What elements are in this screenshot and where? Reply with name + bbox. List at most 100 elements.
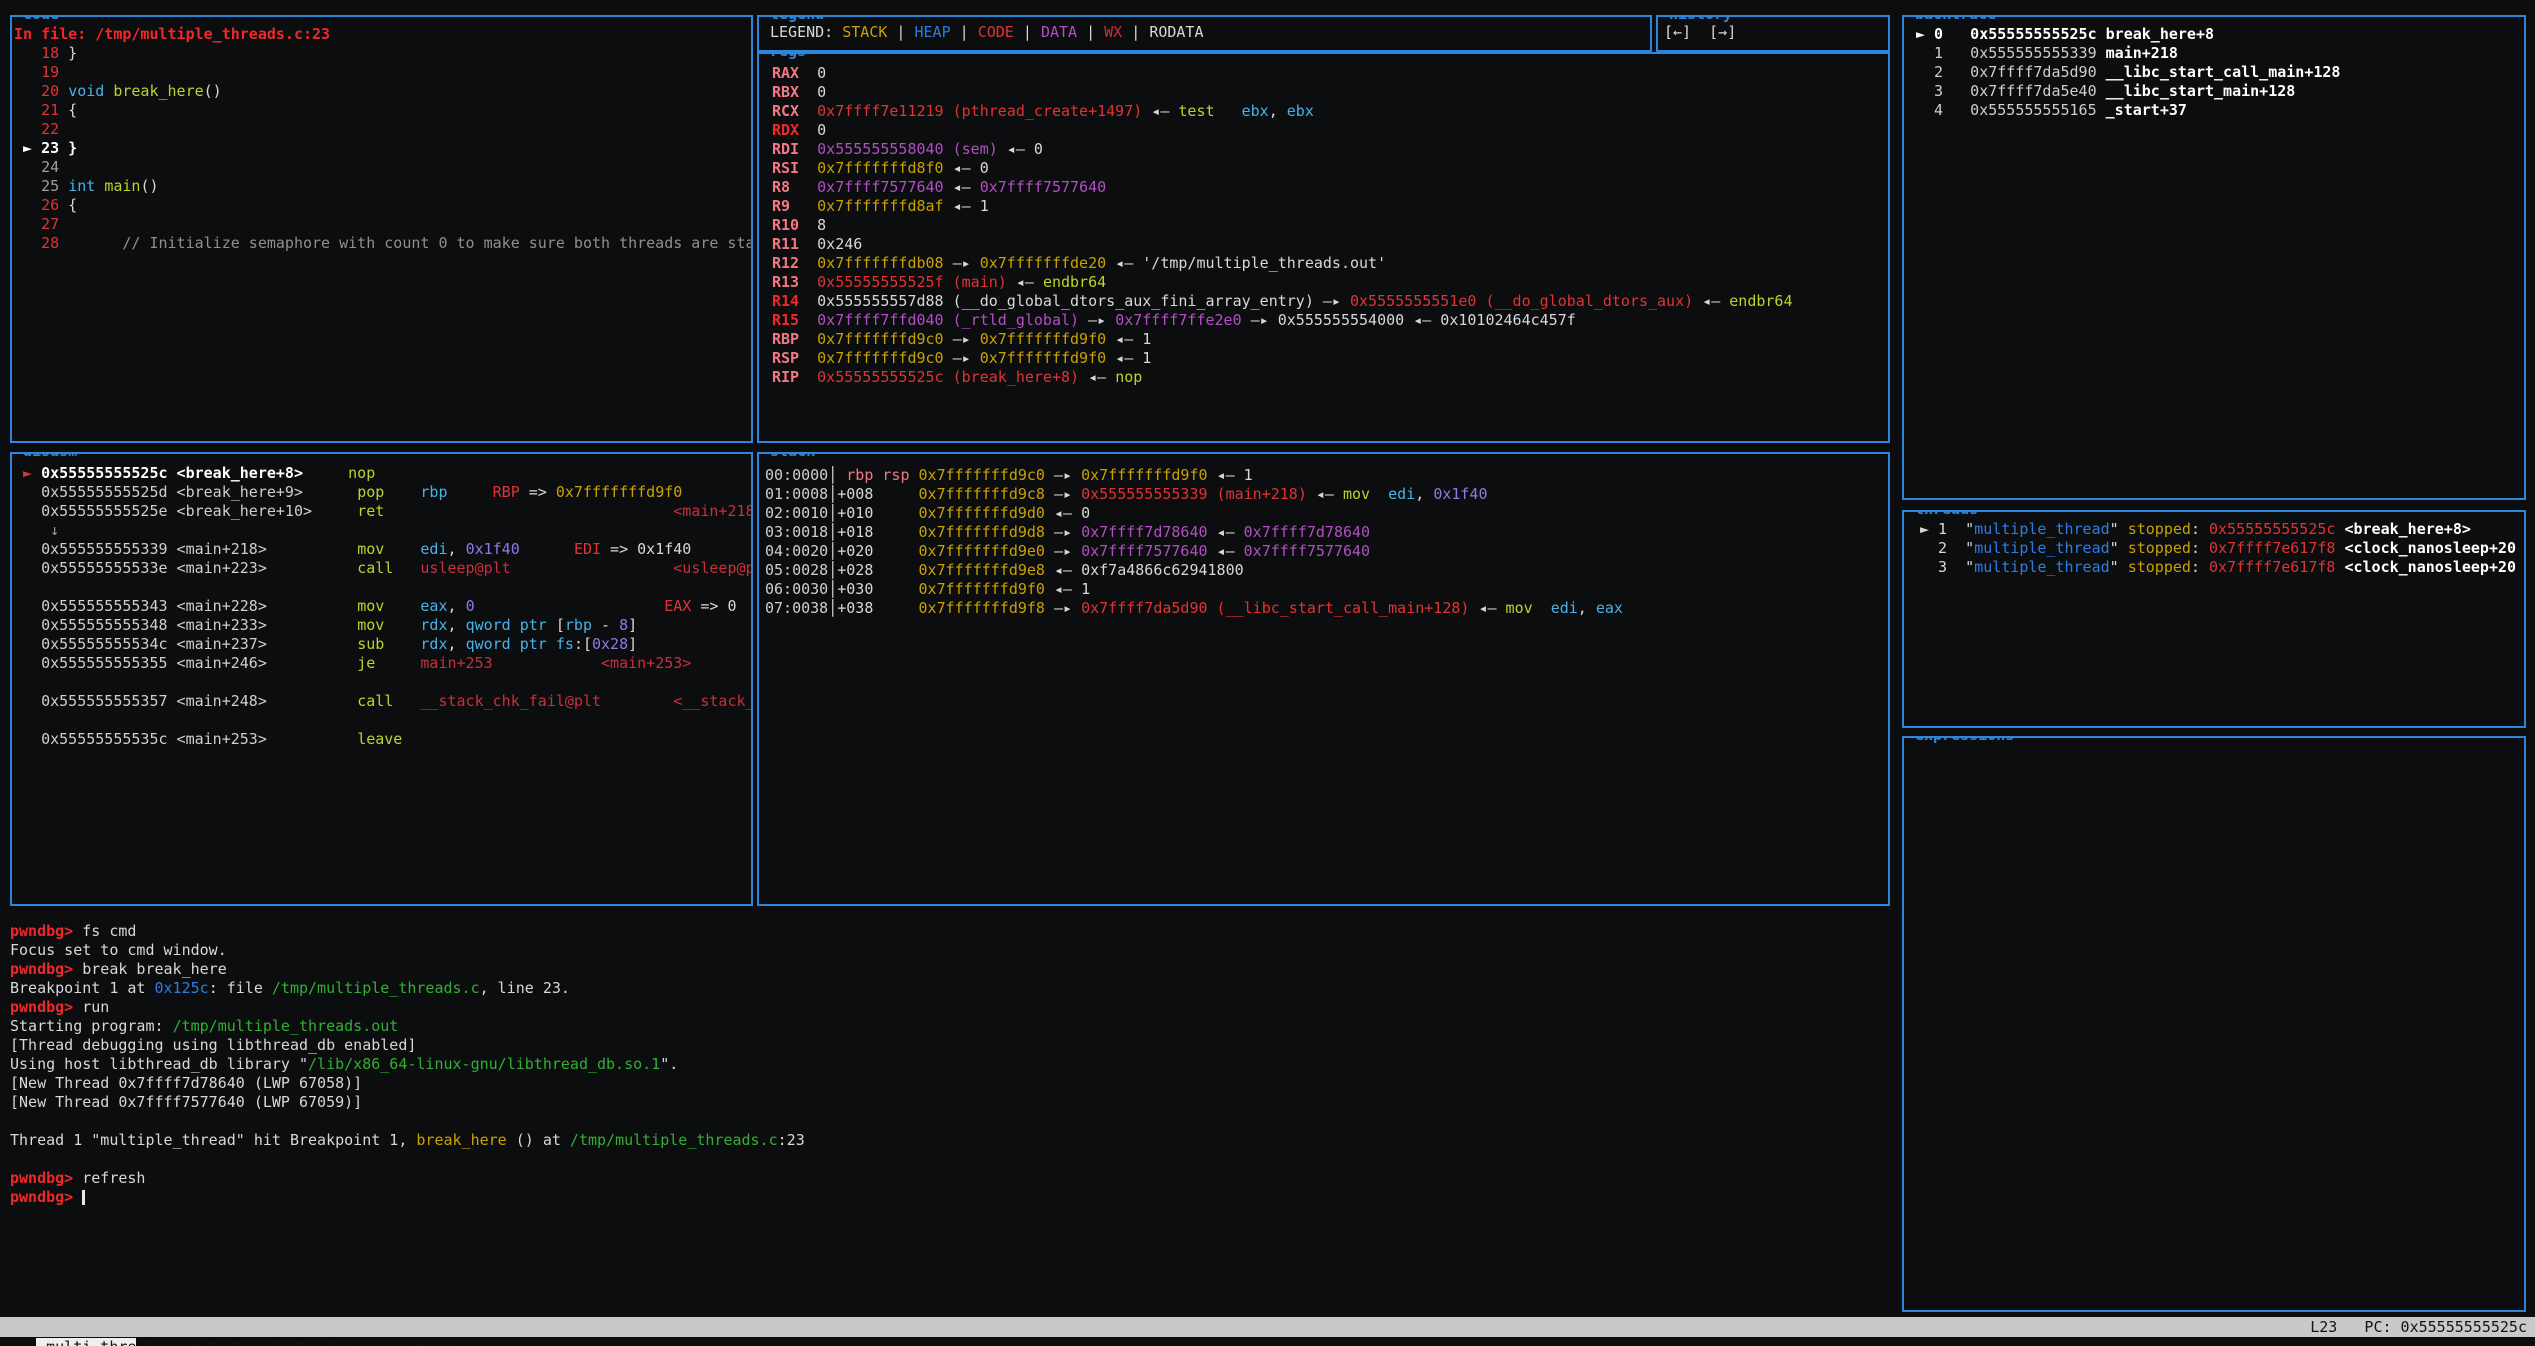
text-line: 4 0x555555555165 _start+37 bbox=[1916, 101, 2524, 120]
text-line: Focus set to cmd window. bbox=[10, 941, 1880, 960]
status-window-name: multi-thre bbox=[36, 1338, 136, 1346]
text-line: RSI 0x7fffffffd8f0 ◂— 0 bbox=[772, 159, 1888, 178]
text-line: RBX 0 bbox=[772, 83, 1888, 102]
history-forward-button[interactable]: [→] bbox=[1709, 23, 1736, 41]
text-line: [New Thread 0x7ffff7577640 (LWP 67059)] bbox=[10, 1093, 1880, 1112]
text-line: R12 0x7fffffffdb08 —▸ 0x7fffffffde20 ◂— … bbox=[772, 254, 1888, 273]
text-line bbox=[10, 1150, 1880, 1169]
text-line: Thread 1 "multiple_thread" hit Breakpoin… bbox=[10, 1131, 1880, 1150]
panel-backtrace-title: backtrace bbox=[1912, 15, 1999, 24]
text-line: 00:0000│ rbp rsp 0x7fffffffd9c0 —▸ 0x7ff… bbox=[765, 466, 1888, 485]
text-line: pwndbg> break break_here bbox=[10, 960, 1880, 979]
text-line: 01:0008│+008 0x7fffffffd9c8 —▸ 0x5555555… bbox=[765, 485, 1888, 504]
text-line: RAX 0 bbox=[772, 64, 1888, 83]
text-line: pwndbg> run bbox=[10, 998, 1880, 1017]
text-line: 3 "multiple_thread" stopped: 0x7ffff7e61… bbox=[1920, 558, 2524, 577]
text-line: 3 0x7ffff7da5e40 __libc_start_main+128 bbox=[1916, 82, 2524, 101]
text-line: RDI 0x555555558040 (sem) ◂— 0 bbox=[772, 140, 1888, 159]
text-line: R11 0x246 bbox=[772, 235, 1888, 254]
text-line: ► 1 "multiple_thread" stopped: 0x5555555… bbox=[1920, 520, 2524, 539]
text-line: 27 bbox=[14, 215, 751, 234]
text-line: 0x555555555348 <main+233> mov rdx, qword… bbox=[14, 616, 751, 635]
text-line: 21 { bbox=[14, 101, 751, 120]
text-line: 0x55555555525e <break_here+10> ret <main… bbox=[14, 502, 751, 521]
text-line bbox=[14, 673, 751, 692]
text-line: pwndbg> fs cmd bbox=[10, 922, 1880, 941]
text-line: ► 0x55555555525c <break_here+8> nop bbox=[14, 464, 751, 483]
text-line: ↓ bbox=[14, 521, 751, 540]
text-line: R14 0x555555557d88 (__do_global_dtors_au… bbox=[772, 292, 1888, 311]
text-line: 0x55555555534c <main+237> sub rdx, qword… bbox=[14, 635, 751, 654]
text-line: 0x55555555525d <break_here+9> pop rbp RB… bbox=[14, 483, 751, 502]
disasm-view: ► 0x55555555525c <break_here+8> nop 0x55… bbox=[12, 454, 751, 904]
panel-history: history [←] [→] bbox=[1656, 15, 1890, 52]
text-line: 24 bbox=[14, 158, 751, 177]
status-bar: multi-thre Thread 0x7ffff7d797 In: break… bbox=[0, 1317, 2535, 1337]
text-line: 22 bbox=[14, 120, 751, 139]
status-thread-info: Thread 0x7ffff7d797 In: break_here bbox=[136, 1338, 452, 1346]
text-line: [Thread debugging using libthread_db ena… bbox=[10, 1036, 1880, 1055]
text-line: RIP 0x55555555525c (break_here+8) ◂— nop bbox=[772, 368, 1888, 387]
text-line: pwndbg> bbox=[10, 1188, 1880, 1207]
text-line: ► 23 } bbox=[14, 139, 751, 158]
text-line: Starting program: /tmp/multiple_threads.… bbox=[10, 1017, 1880, 1036]
text-line: 25 int main() bbox=[14, 177, 751, 196]
history-back-button[interactable]: [←] bbox=[1664, 23, 1691, 41]
panel-threads: threads ► 1 "multiple_thread" stopped: 0… bbox=[1902, 510, 2526, 728]
text-line: 0x555555555343 <main+228> mov eax, 0 EAX… bbox=[14, 597, 751, 616]
text-line: R8 0x7ffff7577640 ◂— 0x7ffff7577640 bbox=[772, 178, 1888, 197]
text-line: 18 } bbox=[14, 44, 751, 63]
text-line: R9 0x7fffffffd8af ◂— 1 bbox=[772, 197, 1888, 216]
panel-regs-title: regs bbox=[767, 52, 809, 61]
text-line: 0x555555555339 <main+218> mov edi, 0x1f4… bbox=[14, 540, 751, 559]
panel-code-title: code bbox=[20, 15, 62, 24]
text-line: R15 0x7ffff7ffd040 (_rtld_global) —▸ 0x7… bbox=[772, 311, 1888, 330]
code-source-view: In file: /tmp/multiple_threads.c:23 18 }… bbox=[12, 17, 751, 441]
text-line: 2 0x7ffff7da5d90 __libc_start_call_main+… bbox=[1916, 63, 2524, 82]
text-line: RCX 0x7ffff7e11219 (pthread_create+1497)… bbox=[772, 102, 1888, 121]
console-cursor bbox=[82, 1190, 85, 1205]
panel-code: code In file: /tmp/multiple_threads.c:23… bbox=[10, 15, 753, 443]
panel-history-title: history bbox=[1666, 15, 1735, 24]
text-line: 0x55555555533e <main+223> call usleep@pl… bbox=[14, 559, 751, 578]
text-line: 26 { bbox=[14, 196, 751, 215]
text-line: 28 // Initialize semaphore with count 0 … bbox=[14, 234, 751, 253]
text-line bbox=[10, 1112, 1880, 1131]
panel-backtrace: backtrace ► 0 0x55555555525c break_here+… bbox=[1902, 15, 2526, 500]
panel-regs: regs RAX 0RBX 0RCX 0x7ffff7e11219 (pthre… bbox=[757, 52, 1890, 443]
panel-expressions-title: expressions bbox=[1912, 736, 2017, 745]
text-line bbox=[14, 578, 751, 597]
panel-threads-title: threads bbox=[1912, 510, 1981, 519]
panel-disasm: disasm ► 0x55555555525c <break_here+8> n… bbox=[10, 452, 753, 906]
text-line: 04:0020│+020 0x7fffffffd9e0 —▸ 0x7ffff75… bbox=[765, 542, 1888, 561]
text-line: 20 void break_here() bbox=[14, 82, 751, 101]
panel-expressions: expressions bbox=[1902, 736, 2526, 1312]
text-line: 2 "multiple_thread" stopped: 0x7ffff7e61… bbox=[1920, 539, 2524, 558]
console-output[interactable]: pwndbg> fs cmdFocus set to cmd window.pw… bbox=[10, 922, 1880, 1207]
text-line: 0x555555555355 <main+246> je main+253 <m… bbox=[14, 654, 751, 673]
text-line: Breakpoint 1 at 0x125c: file /tmp/multip… bbox=[10, 979, 1880, 998]
text-line: R10 8 bbox=[772, 216, 1888, 235]
legend-view: LEGEND: STACK | HEAP | CODE | DATA | WX … bbox=[759, 17, 1650, 50]
expressions-view bbox=[1904, 738, 2524, 1310]
text-line: In file: /tmp/multiple_threads.c:23 bbox=[14, 25, 751, 44]
threads-view: ► 1 "multiple_thread" stopped: 0x5555555… bbox=[1904, 512, 2524, 726]
text-line: pwndbg> refresh bbox=[10, 1169, 1880, 1188]
panel-disasm-title: disasm bbox=[20, 452, 80, 461]
text-line: Using host libthread_db library "/lib/x8… bbox=[10, 1055, 1880, 1074]
text-line: LEGEND: STACK | HEAP | CODE | DATA | WX … bbox=[770, 23, 1650, 42]
text-line: RSP 0x7fffffffd9c0 —▸ 0x7fffffffd9f0 ◂— … bbox=[772, 349, 1888, 368]
text-line: 1 0x555555555339 main+218 bbox=[1916, 44, 2524, 63]
text-line: 19 bbox=[14, 63, 751, 82]
text-line: 06:0030│+030 0x7fffffffd9f0 ◂— 1 bbox=[765, 580, 1888, 599]
text-line: 0x555555555357 <main+248> call __stack_c… bbox=[14, 692, 751, 711]
text-line: 0x55555555535c <main+253> leave bbox=[14, 730, 751, 749]
panel-stack-title: stack bbox=[767, 452, 818, 461]
panel-legend-title: legend bbox=[767, 15, 827, 24]
text-line: [New Thread 0x7ffff7d78640 (LWP 67058)] bbox=[10, 1074, 1880, 1093]
text-line bbox=[14, 711, 751, 730]
registers-view: RAX 0RBX 0RCX 0x7ffff7e11219 (pthread_cr… bbox=[759, 54, 1888, 441]
text-line: 02:0010│+010 0x7fffffffd9d0 ◂— 0 bbox=[765, 504, 1888, 523]
text-line: 07:0038│+038 0x7fffffffd9f8 —▸ 0x7ffff7d… bbox=[765, 599, 1888, 618]
text-line: 03:0018│+018 0x7fffffffd9d8 —▸ 0x7ffff7d… bbox=[765, 523, 1888, 542]
